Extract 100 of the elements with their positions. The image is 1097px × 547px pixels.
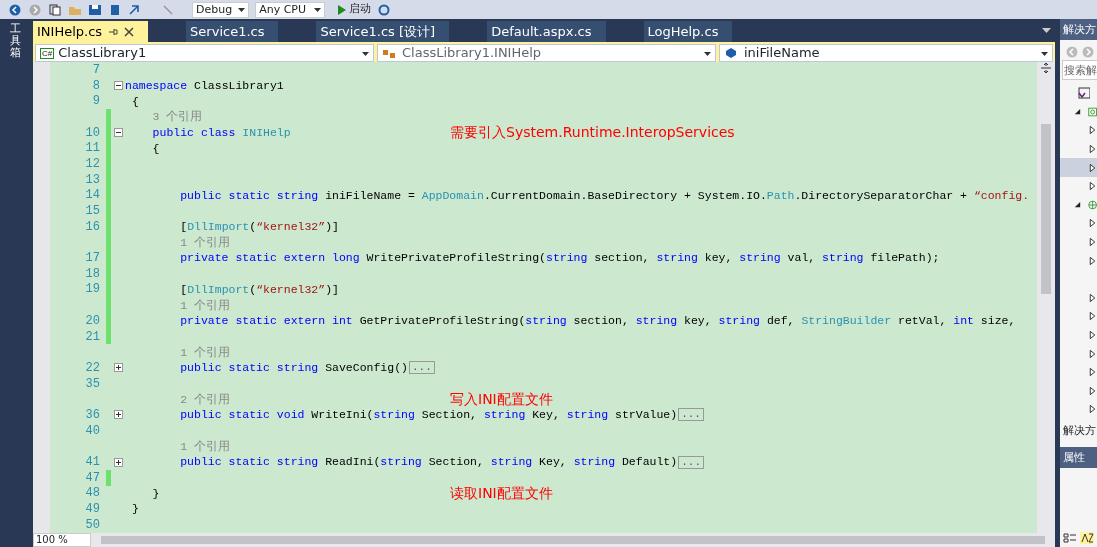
solution-icon (1078, 87, 1090, 100)
save-icon[interactable] (88, 3, 102, 16)
caret-icon (1041, 52, 1048, 56)
member-dropdown[interactable]: iniFileName (719, 44, 1053, 62)
start-button[interactable]: 启动 (337, 1, 372, 18)
collapsed-arrow-icon[interactable] (1088, 348, 1097, 359)
line-number: 40 (85, 423, 100, 438)
collapsed-arrow-icon[interactable] (1088, 367, 1097, 378)
line-number: 21 (85, 329, 100, 344)
collapsed-arrow-icon[interactable] (1088, 385, 1097, 396)
collapsed-arrow-icon[interactable] (1088, 237, 1097, 248)
csharp-project-icon: C# (40, 47, 55, 59)
panel-title: 属性 (1060, 447, 1097, 469)
play-icon (337, 4, 347, 15)
code-line: { (130, 93, 139, 110)
line-number: 41 (85, 455, 100, 470)
caret-icon (362, 52, 369, 56)
code-line: [DllImport(“kernel32”)] (179, 281, 339, 298)
collapsed-arrow-icon[interactable] (1088, 311, 1097, 322)
line-number: 35 (85, 376, 100, 391)
code-line: public class INIHelp (151, 124, 291, 141)
line-number: 14 (85, 188, 100, 203)
line-number: 36 (85, 407, 100, 422)
back-icon[interactable] (8, 3, 22, 16)
project-dropdown[interactable]: C# ClassLibrary1 (35, 44, 374, 62)
tab-overflow-icon[interactable] (1042, 28, 1051, 33)
alphabetical-icon[interactable] (1080, 532, 1094, 544)
categorized-icon[interactable] (1063, 532, 1077, 544)
search-field[interactable]: 搜索解 (1062, 60, 1097, 80)
horizontal-scrollbar[interactable] (101, 536, 1045, 544)
collapsed-code-indicator[interactable]: ... (678, 408, 704, 422)
panel-title: 解决方 (1060, 19, 1097, 40)
collapsed-arrow-icon[interactable] (1088, 404, 1097, 415)
document-tab[interactable]: Service1.cs (186, 21, 279, 42)
code-line: { (151, 140, 160, 157)
line-number: 10 (85, 125, 100, 140)
annotation-text: 写入INI配置文件 (450, 389, 553, 409)
code-line: } (151, 485, 160, 502)
close-icon[interactable] (124, 26, 135, 37)
type-dropdown[interactable]: ClassLibrary1.INIHelp (377, 44, 716, 62)
line-number: 20 (85, 313, 100, 328)
collapse-icon[interactable] (113, 128, 123, 138)
platform-dropdown[interactable]: Any CPU (255, 1, 326, 18)
zoom-dropdown[interactable]: 100 % (33, 533, 91, 547)
code-line: public static string iniFileName = AppDomain.CurrentDomain.BaseDirectory + System.IO.Path.DirectorySeparatorChar + “config. (179, 187, 1030, 204)
line-number: 8 (92, 78, 100, 93)
line-number: 22 (85, 360, 100, 375)
code-line: public static string ReadIni(string Section, string Key, string Default) (179, 454, 678, 471)
line-number: 17 (85, 251, 100, 266)
caret-icon (314, 7, 322, 12)
document-tab[interactable]: LogHelp.cs (643, 21, 733, 42)
globe-icon (1087, 198, 1097, 211)
code-line: } (130, 501, 139, 518)
line-number: 13 (85, 172, 100, 187)
collapsed-arrow-icon[interactable] (1088, 292, 1097, 303)
caret-icon (704, 52, 711, 56)
copy-icon[interactable] (48, 3, 62, 16)
toolbox-tab[interactable]: 工具箱 (10, 23, 21, 60)
code-line: public static string SaveConfig() (179, 360, 408, 377)
annotation-text: 需要引入System.Runtime.InteropServices (450, 123, 735, 143)
document-tab[interactable]: Service1.cs [设计] (316, 21, 450, 42)
scroll-thumb[interactable] (1041, 124, 1051, 294)
expand-icon[interactable] (113, 410, 123, 420)
document-tab[interactable]: Default.aspx.cs (487, 21, 606, 42)
class-icon (382, 47, 398, 59)
refresh-icon[interactable] (377, 3, 392, 16)
collapse-icon[interactable] (113, 81, 123, 91)
code-line: public static void WriteIni(string Section, string Key, string strValue) (179, 407, 678, 424)
expand-icon[interactable] (113, 457, 123, 467)
line-number: 9 (92, 94, 100, 109)
line-number: 18 (85, 266, 100, 281)
project-icon (1087, 105, 1097, 118)
code-line: private static extern long WritePrivateProfileString(string section, string key, string val, string filePath); (179, 250, 940, 267)
expand-icon[interactable] (113, 363, 123, 373)
line-number: 12 (85, 156, 100, 171)
line-number: 19 (85, 282, 100, 297)
line-number: 48 (85, 486, 100, 501)
collapsed-arrow-icon[interactable] (1088, 255, 1097, 266)
line-number: 15 (85, 204, 100, 219)
collapsed-arrow-icon[interactable] (1088, 181, 1097, 192)
line-number: 50 (85, 517, 100, 532)
collapsed-arrow-icon[interactable] (1088, 330, 1097, 340)
solution-explorer-tab[interactable]: 解决方 (1060, 418, 1097, 440)
collapsed-code-indicator[interactable]: ... (678, 455, 704, 469)
caret-icon (238, 7, 246, 12)
collapsed-arrow-icon[interactable] (1088, 162, 1097, 173)
pin-icon[interactable] (108, 26, 119, 37)
split-icon[interactable] (1040, 62, 1052, 74)
document-tab[interactable]: INIHelp.cs (33, 21, 149, 42)
collapsed-code-indicator[interactable]: ... (408, 361, 435, 375)
collapsed-arrow-icon[interactable] (1088, 144, 1097, 155)
collapsed-arrow-icon[interactable] (1088, 218, 1097, 229)
code-line: private static extern int GetPrivateProfileString(string section, string key, string def, StringBuilder retVal, int size, (179, 313, 1016, 330)
configuration-dropdown[interactable]: Debug (192, 1, 250, 18)
line-number: 47 (85, 470, 100, 485)
collapsed-arrow-icon[interactable] (1088, 125, 1097, 136)
line-number: 11 (85, 141, 100, 156)
code-line: namespace ClassLibrary1 (125, 77, 284, 94)
vertical-scrollbar[interactable] (1037, 62, 1055, 533)
line-number: 7 (92, 62, 100, 77)
